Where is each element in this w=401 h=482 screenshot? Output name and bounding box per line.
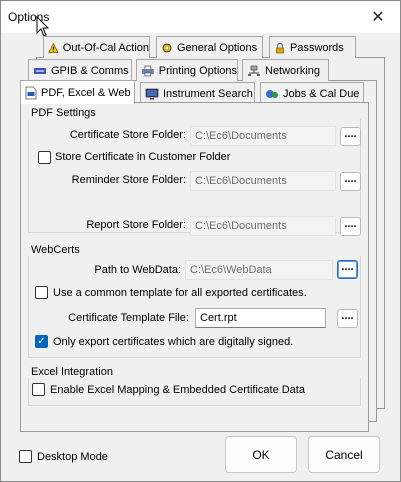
ok-button[interactable]: OK xyxy=(225,436,297,473)
tab-label: Jobs & Cal Due xyxy=(283,87,360,100)
webdata-path-field[interactable]: C:\Ec6\WebData xyxy=(185,260,333,280)
template-file-field[interactable]: Cert.rpt xyxy=(195,308,326,328)
excel-integration-title: Excel Integration xyxy=(31,366,113,378)
warning-icon xyxy=(48,42,59,53)
reminder-store-field[interactable]: C:\Ec6\Documents xyxy=(190,171,336,191)
store-in-customer-checkbox[interactable] xyxy=(38,151,51,164)
report-store-field[interactable]: C:\Ec6\Documents xyxy=(190,216,336,236)
webcerts-title: WebCerts xyxy=(31,244,80,256)
tab-label: Passwords xyxy=(290,41,344,54)
tab-label: General Options xyxy=(177,41,258,54)
options-dialog: Options ✕ Out-Of-Cal Action General Opti… xyxy=(0,0,401,482)
tab-passwords[interactable]: Passwords xyxy=(269,36,356,58)
tab-label: Networking xyxy=(265,64,321,77)
tab-printing-options[interactable]: Printing Options xyxy=(136,59,238,81)
network-icon xyxy=(248,65,260,76)
tab-out-of-cal-action[interactable]: Out-Of-Cal Action xyxy=(43,36,150,58)
close-button[interactable]: ✕ xyxy=(356,1,400,33)
cancel-button[interactable]: Cancel xyxy=(308,436,380,473)
report-store-label: Report Store Folder: xyxy=(86,219,186,231)
tab-label: Printing Options xyxy=(158,64,237,77)
gpib-icon xyxy=(34,67,46,74)
reminder-store-browse-button[interactable]: .... xyxy=(340,172,361,191)
desktop-mode-label: Desktop Mode xyxy=(37,451,108,463)
tab-instrument-search[interactable]: Instrument Search xyxy=(140,82,255,104)
cert-store-field[interactable]: C:\Ec6\Documents xyxy=(190,126,336,146)
tab-gpib-comms[interactable]: GPIB & Comms xyxy=(28,59,132,81)
tab-content: PDF Settings Certificate Store Folder: C… xyxy=(20,102,369,432)
report-store-browse-button[interactable]: .... xyxy=(340,217,361,236)
tab-pdf-excel-web[interactable]: PDF, Excel & Web xyxy=(20,80,135,104)
enable-excel-checkbox[interactable] xyxy=(32,383,45,396)
pdf-icon xyxy=(25,86,37,99)
close-icon: ✕ xyxy=(371,9,385,26)
cert-store-label: Certificate Store Folder: xyxy=(69,129,186,141)
tab-general-options[interactable]: General Options xyxy=(156,36,263,58)
webdata-browse-button[interactable]: .... xyxy=(337,260,358,279)
only-signed-checkbox[interactable]: ✓ xyxy=(35,335,48,348)
tab-networking[interactable]: Networking xyxy=(242,59,329,81)
store-in-customer-label: Store Certificate in Customer Folder xyxy=(55,151,231,163)
common-template-label: Use a common template for all exported c… xyxy=(53,287,307,299)
tab-label: Instrument Search xyxy=(163,87,253,100)
desktop-mode-checkbox[interactable] xyxy=(19,450,32,463)
tab-label: Out-Of-Cal Action xyxy=(62,41,149,54)
padlock-icon xyxy=(276,42,284,53)
printer-icon xyxy=(141,65,154,76)
cert-store-browse-button[interactable]: .... xyxy=(340,127,361,146)
jobs-icon xyxy=(266,89,278,98)
webdata-path-label: Path to WebData: xyxy=(94,264,181,276)
arrow-cursor-icon xyxy=(36,16,50,37)
tab-label: GPIB & Comms xyxy=(51,64,129,77)
monitor-icon xyxy=(145,88,159,99)
tab-label: PDF, Excel & Web xyxy=(41,86,131,99)
only-signed-label: Only export certificates which are digit… xyxy=(53,336,294,348)
tab-jobs-cal-due[interactable]: Jobs & Cal Due xyxy=(260,82,364,104)
pdf-settings-title: PDF Settings xyxy=(31,107,96,119)
template-file-browse-button[interactable]: .... xyxy=(337,309,358,328)
enable-excel-label: Enable Excel Mapping & Embedded Certific… xyxy=(50,384,305,396)
title-bar: Options ✕ xyxy=(1,1,400,33)
template-file-label: Certificate Template File: xyxy=(68,312,189,324)
gear-icon xyxy=(162,43,172,52)
reminder-store-label: Reminder Store Folder: xyxy=(71,174,186,186)
common-template-checkbox[interactable] xyxy=(35,286,48,299)
